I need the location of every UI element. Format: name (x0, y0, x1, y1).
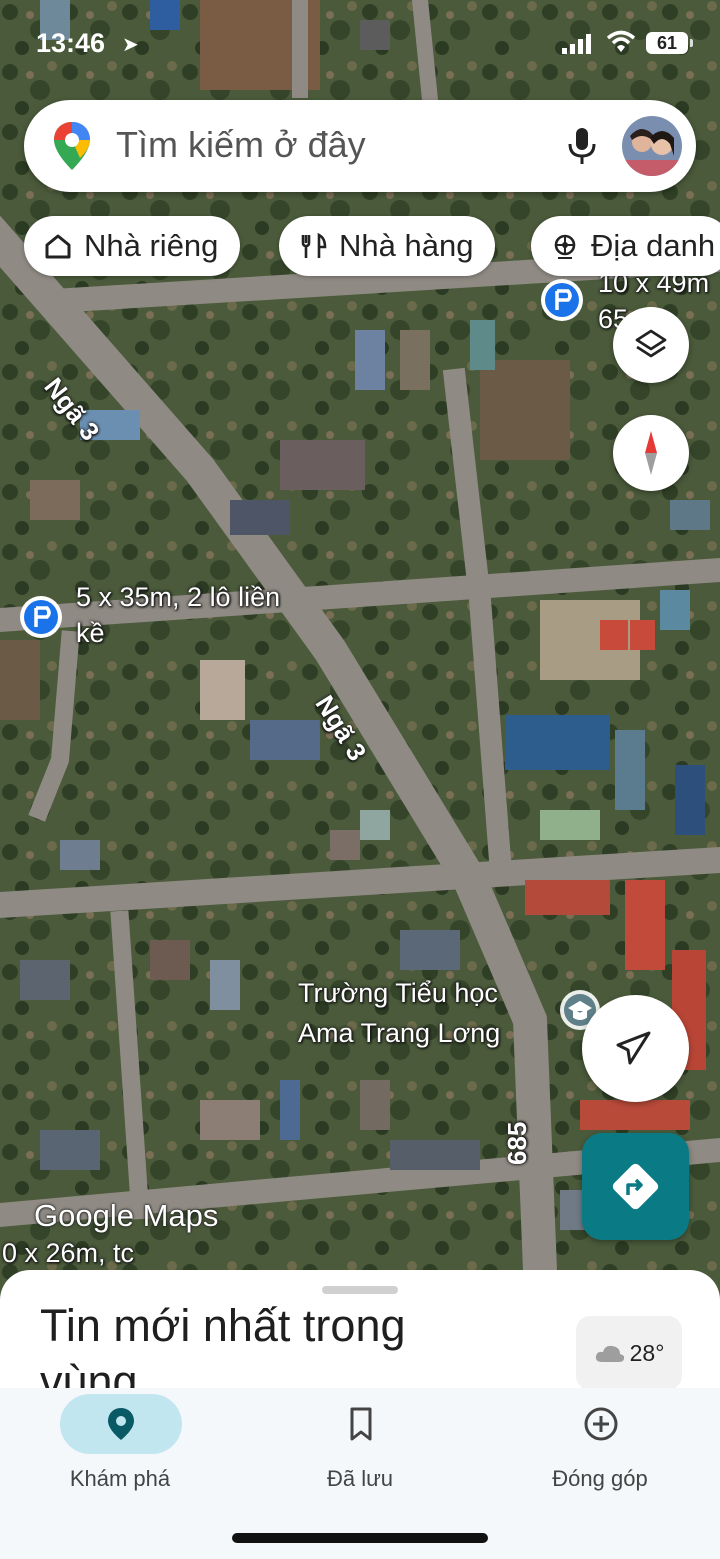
chip-label: Nhà hàng (339, 228, 474, 263)
chip-landmark[interactable]: Địa danh (531, 216, 720, 276)
temperature-value: 28° (629, 1339, 665, 1366)
compass-icon (645, 431, 657, 475)
nav-item-saved[interactable]: Đã lưu (240, 1394, 480, 1504)
profile-photo (622, 116, 682, 176)
listing-label-line: 5 x 35m, 2 lô liền (76, 582, 281, 612)
school-label[interactable]: Trường Tiểu học Ama Trang Lơng (298, 972, 500, 1054)
nav-label: Khám phá (69, 1466, 171, 1491)
listing-pin-icon[interactable] (541, 279, 583, 321)
listing-label-line: 0 x 26m, tc (2, 1238, 135, 1268)
listing-label[interactable]: 5 x 35m, 2 lô liền kề (76, 576, 280, 654)
navigation-arrow-icon (616, 1031, 651, 1065)
explore-pin-icon (108, 1408, 134, 1440)
layers-icon (635, 329, 667, 358)
microphone-icon[interactable] (560, 124, 604, 168)
nav-item-explore[interactable]: Khám phá (0, 1394, 240, 1504)
school-label-line: Trường Tiểu học (298, 978, 498, 1008)
bookmark-icon (350, 1407, 372, 1441)
search-bar[interactable]: Tìm kiếm ở đây (24, 100, 696, 192)
wifi-icon (606, 30, 636, 52)
layers-button[interactable] (613, 307, 689, 383)
listing-label-line: kề (76, 618, 105, 648)
compass-button[interactable] (613, 415, 689, 491)
chip-home[interactable]: Nhà riêng (24, 216, 241, 276)
listing-pin-icon[interactable] (20, 596, 62, 638)
home-indicator[interactable] (232, 1533, 488, 1543)
search-input[interactable]: Tìm kiếm ở đây (116, 124, 366, 166)
battery-indicator: 61 (646, 32, 693, 54)
cloud-icon (595, 1345, 624, 1362)
nav-label: Đóng góp (552, 1466, 648, 1491)
road-label: 685 (502, 1121, 532, 1165)
location-arrow-icon: ➤ (122, 34, 139, 56)
chip-label: Địa danh (591, 228, 716, 263)
nav-item-contribute[interactable]: Đóng góp (480, 1394, 720, 1504)
cellular-signal-icon (562, 34, 591, 54)
weather-badge[interactable]: 28° (576, 1316, 682, 1390)
directions-button[interactable] (582, 1133, 689, 1240)
sheet-drag-handle[interactable] (322, 1286, 398, 1294)
google-maps-watermark: Google Maps (34, 1198, 219, 1233)
status-time: 13:46 (36, 28, 106, 58)
avatar[interactable] (622, 116, 682, 176)
sheet-title: Tin mới nhất trong vùng (40, 1300, 406, 1400)
status-bar: 13:46 ➤ 61 (0, 0, 720, 90)
directions-icon (612, 1163, 659, 1210)
chip-restaurant[interactable]: Nhà hàng (279, 216, 496, 276)
chip-label: Nhà riêng (84, 228, 219, 263)
home-icon (45, 234, 71, 259)
add-circle-icon (584, 1407, 618, 1441)
restaurant-icon (301, 232, 327, 258)
google-maps-logo-icon (54, 122, 90, 170)
bottom-sheet[interactable]: Tin mới nhất trong vùng 28° (0, 1270, 720, 1400)
listing-label[interactable]: 0 x 26m, tc (2, 1232, 134, 1274)
landmark-icon (554, 234, 576, 259)
school-label-line: Ama Trang Lơng (298, 1018, 501, 1048)
nav-label: Đã lưu (326, 1466, 394, 1491)
my-location-button[interactable] (582, 995, 689, 1102)
